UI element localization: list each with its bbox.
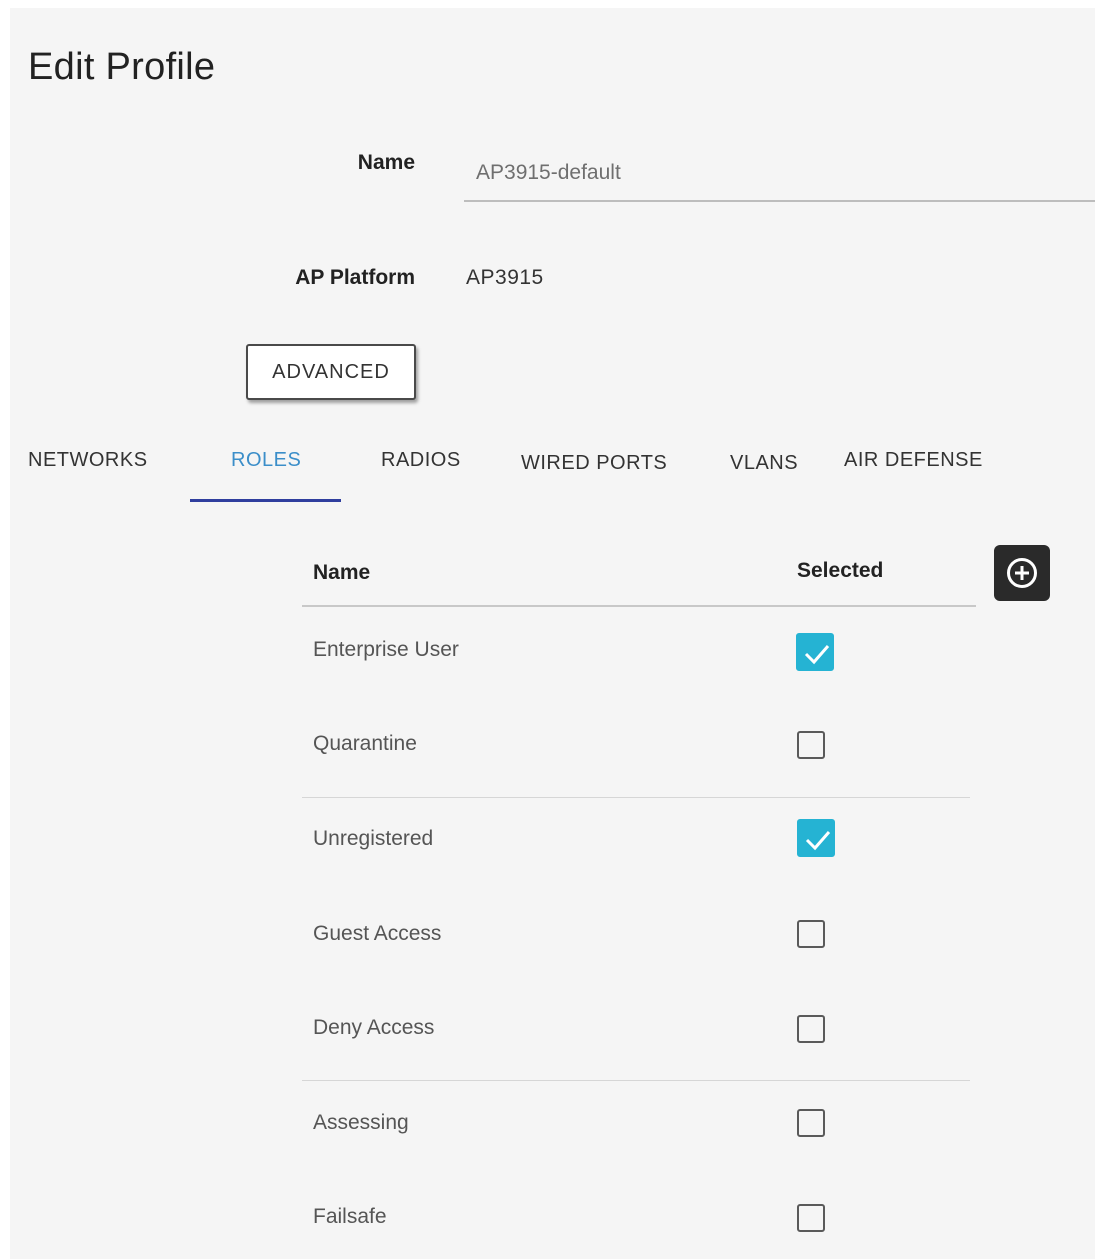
table-row-deny-access: Deny Access [313, 1016, 435, 1039]
name-label: Name [357, 151, 415, 174]
advanced-button[interactable]: ADVANCED [246, 344, 416, 400]
table-row-failsafe: Failsafe [313, 1205, 387, 1228]
tab-vlans[interactable]: VLANS [730, 452, 798, 475]
checkbox-enterprise-user[interactable] [796, 633, 834, 671]
add-role-button[interactable] [994, 545, 1050, 601]
page-title: Edit Profile [28, 46, 216, 88]
active-tab-indicator [190, 499, 341, 502]
ap-platform-label: AP Platform [295, 266, 415, 289]
checkmark-icon [805, 831, 831, 851]
checkbox-assessing[interactable] [797, 1109, 825, 1137]
checkbox-unregistered[interactable] [797, 819, 835, 857]
tab-roles[interactable]: ROLES [231, 449, 301, 472]
column-header-name[interactable]: Name [313, 561, 370, 585]
plus-circle-icon [1007, 558, 1037, 588]
table-row-enterprise-user: Enterprise User [313, 638, 459, 661]
tab-radios[interactable]: RADIOS [381, 449, 461, 472]
table-row-assessing: Assessing [313, 1111, 409, 1134]
table-row-guest-access: Guest Access [313, 922, 442, 945]
tab-air-defense[interactable]: AIR DEFENSE [844, 449, 983, 472]
row-divider [302, 1080, 970, 1081]
checkbox-guest-access[interactable] [797, 920, 825, 948]
checkbox-failsafe[interactable] [797, 1204, 825, 1232]
checkbox-quarantine[interactable] [797, 731, 825, 759]
checkbox-deny-access[interactable] [797, 1015, 825, 1043]
ap-platform-value: AP3915 [466, 266, 544, 289]
tab-wired-ports[interactable]: WIRED PORTS [521, 452, 667, 475]
table-header-divider [302, 605, 976, 607]
tab-networks[interactable]: NETWORKS [28, 449, 148, 472]
name-input[interactable] [464, 146, 1095, 202]
table-row-quarantine: Quarantine [313, 732, 417, 755]
table-row-unregistered: Unregistered [313, 827, 434, 850]
checkmark-icon [804, 645, 830, 665]
row-divider [302, 797, 970, 798]
column-header-selected[interactable]: Selected [797, 559, 883, 583]
